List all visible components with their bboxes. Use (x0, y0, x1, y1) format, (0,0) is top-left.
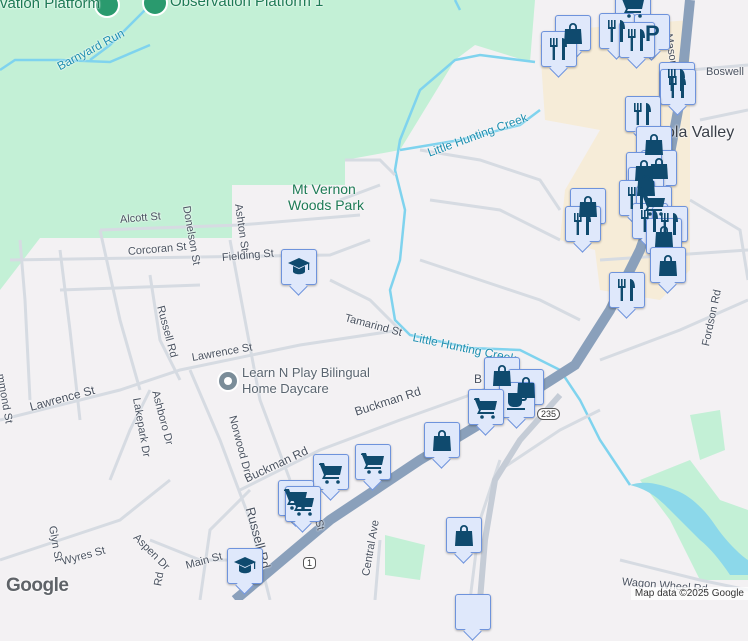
shopping-cart-icon (361, 453, 384, 474)
school-pin[interactable] (227, 548, 263, 584)
shopping-cart-icon (319, 463, 342, 484)
google-logo: Google (6, 575, 69, 596)
fork-knife-icon (618, 279, 635, 301)
route-1-shield: 1 (303, 557, 317, 569)
shopping-cart-icon (621, 0, 644, 18)
shopping-bag-icon (433, 430, 451, 451)
park-patch-central (385, 535, 425, 580)
shopping-bag-icon (493, 365, 511, 386)
school-pin[interactable] (281, 249, 317, 285)
shopping-bag-icon (655, 226, 673, 247)
grocery-pin[interactable] (285, 486, 321, 522)
label-hybla-valley: ola Valley (666, 124, 735, 141)
graduation-cap-icon (234, 557, 256, 574)
label-boswell: Boswell (706, 66, 744, 78)
shopping-bag-icon (645, 134, 663, 155)
fork-knife-icon (669, 76, 686, 98)
map-attribution[interactable]: Map data ©2025 Google (630, 587, 748, 600)
label-russell-rd-bottom: Rd (152, 571, 167, 588)
label-daycare-line-1: Learn N Play Bilingual (242, 365, 370, 380)
label-daycare-line-2: Home Daycare (242, 381, 329, 396)
grocery-pin[interactable] (468, 389, 504, 425)
graduation-cap-icon (288, 258, 310, 275)
fork-knife-icon (634, 103, 651, 125)
label-observation-platform: vation Platform (0, 0, 101, 12)
shopping-bag-icon (455, 525, 473, 546)
route-235-shield: 235 (537, 408, 561, 420)
shopping-pin[interactable] (446, 517, 482, 553)
shopping-cart-icon (291, 495, 314, 516)
label-mt-vernon-woods-park-1: Mt Vernon (292, 181, 356, 197)
fork-knife-icon (574, 213, 591, 235)
park-patch (690, 410, 725, 460)
shopping-pin[interactable] (424, 422, 460, 458)
restaurant-pin[interactable] (609, 272, 645, 308)
fork-knife-icon (628, 29, 645, 51)
label-mt-vernon-woods-park-2: Woods Park (288, 197, 364, 213)
grocery-pin[interactable] (355, 444, 391, 480)
restaurant-pin[interactable] (660, 69, 696, 105)
shopping-pin[interactable] (650, 247, 686, 283)
shopping-cart-icon (474, 398, 497, 419)
daycare-poi-pin[interactable] (217, 370, 239, 392)
coffee-cup-icon (507, 393, 527, 410)
poi-pin-partial[interactable] (455, 594, 491, 630)
grocery-pin[interactable] (313, 454, 349, 490)
shopping-bag-icon (659, 255, 677, 276)
label-observation-platform-1: Observation Platform 1 (170, 0, 324, 10)
label-buckman-b: B (474, 372, 483, 386)
fork-knife-icon (550, 38, 567, 60)
